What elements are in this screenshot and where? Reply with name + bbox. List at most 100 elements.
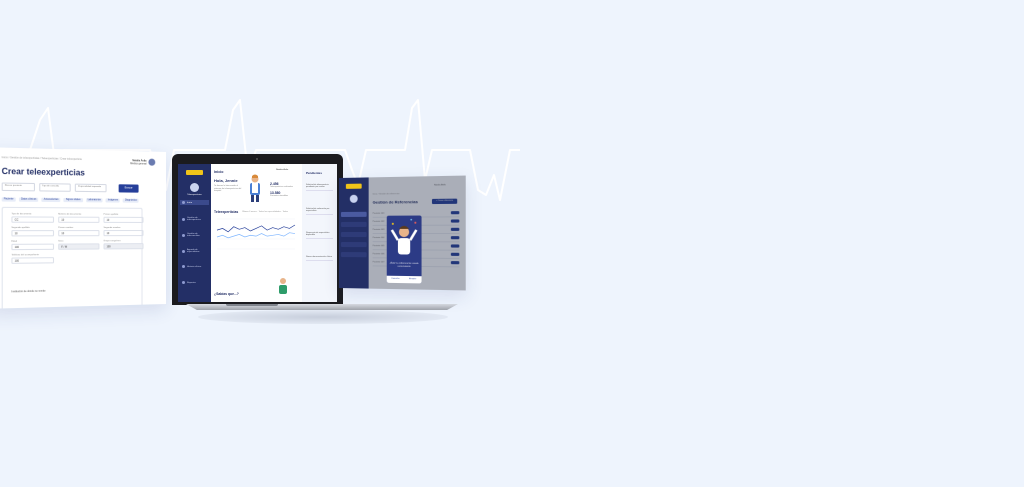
form-field: Número de documento 10	[58, 213, 99, 222]
sidebar-label: Teleexperticias	[183, 194, 206, 196]
sidebar-item-home[interactable]: Inicio	[180, 200, 209, 205]
stat-label: Teleexperticias realizadas	[270, 186, 298, 188]
field-input[interactable]: 10	[58, 217, 99, 223]
stats: 2.456 Teleexperticias realizadas 13.580 Pa…	[270, 182, 298, 200]
field-input[interactable]: 10	[104, 230, 144, 236]
laptop-shadow	[198, 310, 448, 324]
field-input[interactable]: 100	[11, 257, 54, 264]
tab-vital-signs[interactable]: Signos vitales	[64, 198, 83, 202]
sidebar: Teleexperticias Inicio Gestión de teleex…	[178, 164, 211, 302]
camera-icon	[256, 158, 258, 160]
field-input[interactable]: 10	[58, 230, 99, 236]
create-teleexpertise-screen: Inicio / Gestión de teleexperticias / Te…	[0, 147, 166, 309]
stat-value: 2.456 Teleexperticias realizadas	[270, 182, 298, 188]
form-field: Segundo nombre 10	[104, 227, 144, 236]
sidebar-item[interactable]	[341, 242, 367, 247]
list-item[interactable]: Solicitud de valoración por especialista	[306, 208, 333, 215]
form-field: Segundo apellido 10	[11, 227, 54, 236]
form-tabs: Paciente Datos clínicos Antecedentes Sig…	[2, 197, 139, 202]
page-title: Inicio	[214, 170, 223, 174]
stat-label: Pacientes atendidos	[270, 195, 298, 197]
person-illustration	[274, 276, 292, 294]
tab-diagnosis[interactable]: Diagnóstico	[123, 199, 139, 203]
sidebar-item-teleconsult[interactable]: Gestión de teleconsultas	[180, 232, 209, 238]
search-button[interactable]: Buscar	[119, 184, 139, 192]
laptop-notch	[226, 304, 278, 306]
sidebar-item[interactable]	[341, 222, 367, 227]
field-input[interactable]: 100	[104, 243, 144, 249]
search-patient-input[interactable]: Buscar paciente	[2, 182, 35, 191]
sidebar	[339, 177, 369, 288]
list-item[interactable]: Solicitud de teleexperticia pendiente po…	[306, 184, 333, 191]
sidebar-item[interactable]	[341, 232, 367, 237]
form-field: Teléfono del acompañante 100	[11, 254, 54, 264]
field-input[interactable]: 10	[104, 217, 144, 223]
series-line-1	[217, 225, 295, 232]
form-field: Sexo F / M	[58, 240, 99, 250]
avatar[interactable]	[148, 159, 155, 166]
field-input[interactable]: F / M	[58, 243, 99, 249]
referrals-screen: Inicio / Gestión de referencias Natalia …	[339, 176, 466, 291]
user-name[interactable]: Natalia Ávila	[276, 169, 288, 171]
sidebar-item-records[interactable]: Historia clínica	[180, 264, 209, 269]
field-input[interactable]: CC	[11, 216, 54, 222]
section-title: Teleexperticias	[214, 210, 238, 214]
list-item[interactable]: Respuesta de especialista disponible	[306, 232, 333, 239]
tips-title: ¿Sabías que...?	[214, 292, 239, 296]
sidebar-item-reports[interactable]: Reportes	[180, 280, 209, 285]
sidebar-item-teleexpertise[interactable]: Gestión de teleexperticias	[180, 216, 209, 222]
calendar-icon	[182, 250, 185, 253]
user-role: Médico general	[130, 162, 146, 165]
teleexpertise-line-chart	[214, 216, 298, 252]
folder-icon	[182, 218, 185, 221]
series-line-2	[217, 233, 295, 238]
cancel-button[interactable]: Cancelar	[387, 276, 404, 283]
form-field: Grupo sanguíneo 100	[104, 240, 144, 249]
shield-icon	[190, 183, 199, 192]
brand-logo	[186, 170, 203, 175]
breadcrumb: Inicio / Gestión de teleexperticias / Te…	[2, 156, 82, 161]
modal-actions: Cancelar Aceptar	[387, 276, 422, 284]
patient-form-card: Tipo de documento CC Número de documento 1…	[2, 207, 143, 309]
home-icon	[182, 201, 185, 204]
tab-patient[interactable]: Paciente	[2, 197, 16, 201]
list-item[interactable]: Nueva documentación clínica	[306, 256, 333, 261]
chart-icon	[182, 281, 185, 284]
shield-icon	[350, 195, 358, 203]
modal-message: ¡Éxito! La referencia fue creada correct…	[389, 263, 420, 269]
doctor-celebration-illustration	[387, 218, 422, 263]
form-field: Tipo de documento CC	[11, 213, 54, 223]
document-icon	[182, 265, 185, 268]
greeting: Hola, Jennie	[214, 178, 238, 183]
greeting-subtitle: Te damos la bienvenida al sistema de tel…	[214, 185, 244, 193]
accept-button[interactable]: Aceptar	[404, 276, 422, 283]
tab-images[interactable]: Imágenes	[106, 198, 120, 202]
video-icon	[182, 234, 185, 237]
form-field: Edad 100	[11, 240, 54, 250]
tab-history[interactable]: Antecedentes	[42, 198, 61, 202]
user-info: Natalia Ávila Médico general	[130, 159, 146, 165]
field-input[interactable]: 10	[11, 230, 54, 236]
sidebar-item[interactable]	[341, 212, 367, 217]
pending-panel: Pendientes Solicitud de teleexperticia p…	[302, 164, 337, 302]
tab-labs[interactable]: Laboratorios	[86, 198, 103, 202]
success-modal: ¡Éxito! La referencia fue creada correct…	[387, 216, 422, 284]
page-title: Crear teleexperticias	[2, 167, 85, 178]
tab-clinical-data[interactable]: Datos clínicos	[19, 197, 39, 201]
stat-value: 13.580 Pacientes atendidos	[270, 191, 298, 197]
laptop: Teleexperticias Inicio Gestión de teleex…	[172, 154, 343, 305]
specialty-select[interactable]: Especialidad requerida	[75, 184, 106, 193]
form-field: Primer nombre 10	[58, 227, 99, 236]
brand-logo	[346, 184, 362, 189]
consult-type-select[interactable]: Tipo de consulta	[39, 183, 71, 192]
dashboard-screen: Teleexperticias Inicio Gestión de teleex…	[178, 164, 337, 302]
sidebar-item-agenda[interactable]: Agenda de especialistas	[180, 248, 209, 254]
chart-filters[interactable]: Últimos 6 meses · Todas las especialidad…	[242, 211, 288, 213]
sidebar-item[interactable]	[341, 252, 367, 257]
field-input[interactable]: 100	[11, 244, 54, 251]
form-field: Primer apellido 10	[104, 214, 144, 223]
section-label: Institución de donde se remite	[11, 290, 45, 294]
panel-title: Pendientes	[306, 171, 322, 175]
doctor-illustration	[246, 174, 264, 202]
search-bar: Buscar paciente Tipo de consulta Especia…	[2, 182, 107, 192]
